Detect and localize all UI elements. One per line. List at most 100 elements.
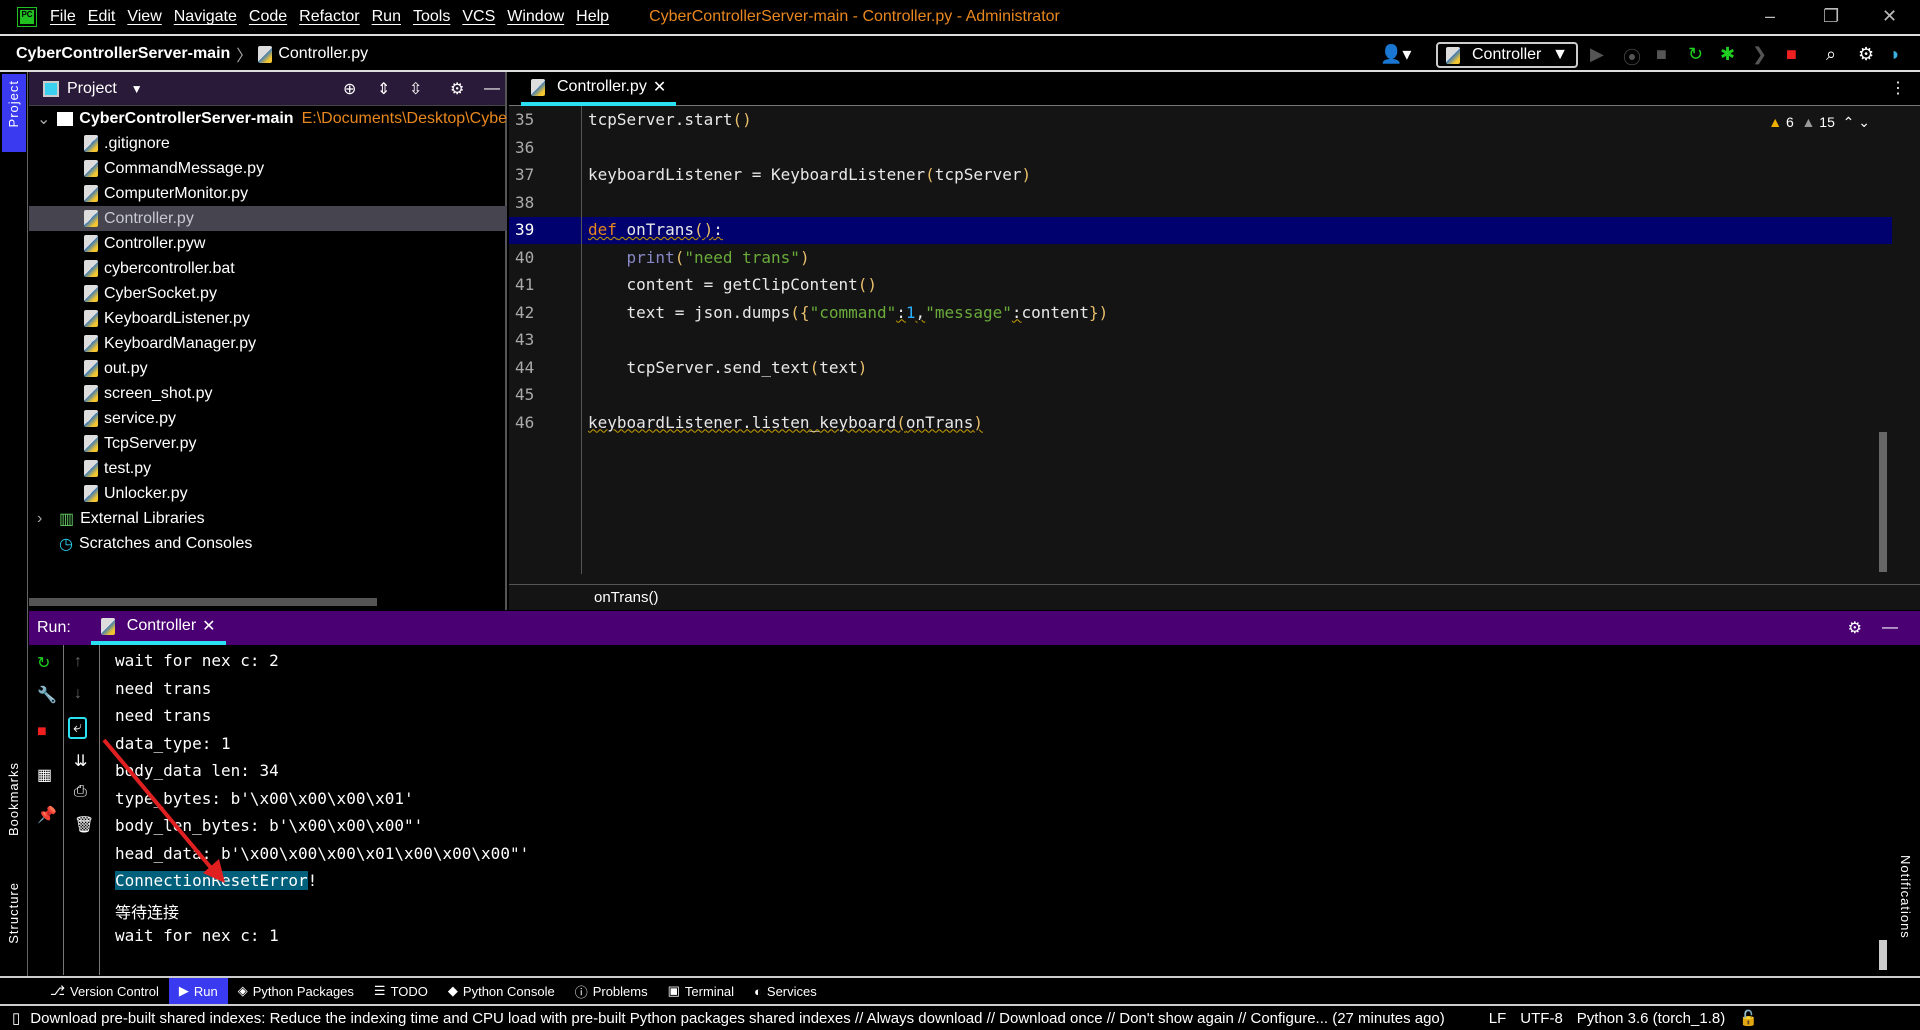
gear-icon[interactable]: ⚙ xyxy=(1858,44,1874,65)
more-options-icon[interactable]: ⋮ xyxy=(1890,78,1906,98)
notifications-tool-button[interactable]: Notifications xyxy=(1898,855,1913,939)
stop-icon[interactable]: ■ xyxy=(37,723,47,741)
wrench-icon[interactable]: 🔧 xyxy=(37,685,57,705)
bottom-tab-services[interactable]: ◐ Services xyxy=(744,978,827,1004)
chevron-down-icon[interactable]: ▼ xyxy=(131,82,143,96)
tree-file[interactable]: out.py xyxy=(29,356,507,381)
up-arrow-icon[interactable]: ↑ xyxy=(74,653,82,671)
interpreter[interactable]: Python 3.6 (torch_1.8) xyxy=(1577,1010,1725,1027)
bottom-tab-terminal[interactable]: ▣ Terminal xyxy=(658,978,744,1004)
locate-icon[interactable]: ⊕ xyxy=(343,79,356,99)
console-line[interactable]: wait for nex c: 2 xyxy=(115,651,279,670)
console-line[interactable]: wait for nex c: 1 xyxy=(115,926,279,945)
tree-file[interactable]: .gitignore xyxy=(29,131,507,156)
tree-file[interactable]: TcpServer.py xyxy=(29,431,507,456)
bottom-tab-problems[interactable]: ⓘ Problems xyxy=(565,978,658,1004)
rerun-icon[interactable]: ↻ xyxy=(37,653,50,673)
status-message[interactable]: Download pre-built shared indexes: Reduc… xyxy=(30,1010,1445,1027)
code-line[interactable]: text = json.dumps({"command":1,"message"… xyxy=(588,303,1109,322)
tree-file[interactable]: Controller.pyw xyxy=(29,231,507,256)
tree-file[interactable]: cybercontroller.bat xyxy=(29,256,507,281)
code-line[interactable]: print("need trans") xyxy=(588,248,810,267)
tree-file[interactable]: CommandMessage.py xyxy=(29,156,507,181)
breadcrumb-project[interactable]: CyberControllerServer-main xyxy=(16,45,230,63)
menu-run[interactable]: Run xyxy=(372,8,401,26)
run-icon[interactable]: ▶ xyxy=(1590,44,1604,65)
line-separator[interactable]: LF xyxy=(1489,1010,1507,1027)
tree-file[interactable]: CyberSocket.py xyxy=(29,281,507,306)
structure-tool-button[interactable]: Structure xyxy=(6,882,21,944)
code-line[interactable]: keyboardListener = KeyboardListener(tcpS… xyxy=(588,165,1031,184)
minimize-icon[interactable]: — xyxy=(1882,619,1898,637)
tree-file[interactable]: service.py xyxy=(29,406,507,431)
bottom-tab-version-control[interactable]: ⎇ Version Control xyxy=(40,978,169,1004)
close-window-button[interactable]: ✕ xyxy=(1882,6,1897,27)
menu-edit[interactable]: Edit xyxy=(88,8,116,26)
tree-file[interactable]: screen_shot.py xyxy=(29,381,507,406)
code-line[interactable]: def onTrans(): xyxy=(588,220,723,239)
minimize-icon[interactable]: — xyxy=(484,80,500,98)
encoding[interactable]: UTF-8 xyxy=(1520,1010,1563,1027)
lock-icon[interactable]: 🔓 xyxy=(1739,1009,1758,1027)
stop-gray-icon[interactable]: ■ xyxy=(1656,44,1667,65)
down-arrow-icon[interactable]: ↓ xyxy=(74,685,82,703)
close-tab-icon[interactable]: ✕ xyxy=(202,616,215,636)
code-line[interactable]: tcpServer.send_text(text) xyxy=(588,358,868,377)
close-tab-icon[interactable]: ✕ xyxy=(653,77,666,97)
layout-icon[interactable]: ▦ xyxy=(37,765,52,785)
console-scrollbar[interactable] xyxy=(1879,940,1887,970)
tree-file[interactable]: Controller.py xyxy=(29,206,507,231)
debug-icon[interactable]: ✱ xyxy=(1720,44,1735,65)
trash-icon[interactable]: 🗑 xyxy=(74,815,94,835)
console-line[interactable]: 等待连接 xyxy=(115,899,179,923)
tree-file[interactable]: KeyboardManager.py xyxy=(29,331,507,356)
tree-file[interactable]: Unlocker.py xyxy=(29,481,507,506)
code-line[interactable]: keyboardListener.listen_keyboard(onTrans… xyxy=(588,413,983,432)
console-line[interactable]: need trans xyxy=(115,706,211,725)
inspection-widget[interactable]: ▲ 6 ▲ 15 ⌃ ⌄ xyxy=(1768,114,1870,131)
restore-button[interactable]: ❐ xyxy=(1823,6,1839,27)
rerun-icon[interactable]: ↻ xyxy=(1688,44,1703,65)
bottom-tab-python-console[interactable]: ◆ Python Console xyxy=(438,978,565,1004)
menu-help[interactable]: Help xyxy=(576,8,609,26)
gear-icon[interactable]: ⚙ xyxy=(1848,618,1862,638)
user-icon[interactable]: 👤▾ xyxy=(1380,44,1411,65)
tab-controller-py[interactable]: Controller.py ✕ xyxy=(521,72,677,106)
tree-file[interactable]: test.py xyxy=(29,456,507,481)
bottom-tab-todo[interactable]: ☰ TODO xyxy=(364,978,438,1004)
bottom-tab-run[interactable]: ▶ Run xyxy=(168,978,228,1004)
menu-window[interactable]: Window xyxy=(507,8,564,26)
console-line[interactable]: need trans xyxy=(115,679,211,698)
collapse-all-icon[interactable]: ⇳ xyxy=(409,79,422,99)
stop-icon[interactable]: ■ xyxy=(1786,44,1797,65)
notification-icon[interactable]: ▯ xyxy=(12,1009,20,1027)
run-tab-controller[interactable]: Controller ✕ xyxy=(90,611,226,645)
scroll-to-end-icon[interactable]: ⇊ xyxy=(74,751,87,771)
jetbrains-icon[interactable]: ◗ xyxy=(1890,44,1901,65)
vertical-scrollbar[interactable] xyxy=(1879,432,1887,572)
menu-file[interactable]: File xyxy=(50,8,76,26)
bookmarks-tool-button[interactable]: Bookmarks xyxy=(6,762,21,836)
code-breadcrumb[interactable]: onTrans() xyxy=(509,584,1920,610)
chevron-down-icon[interactable]: ⌄ xyxy=(37,109,57,129)
run-config-dropdown[interactable]: Controller ▼ xyxy=(1436,42,1578,68)
project-tool-button[interactable]: Project xyxy=(2,74,26,152)
tree-scratches[interactable]: ◷ Scratches and Consoles xyxy=(29,531,507,556)
menu-vcs[interactable]: VCS xyxy=(462,8,495,26)
run-coverage-icon[interactable]: ⦿ xyxy=(1623,44,1641,70)
horizontal-scrollbar[interactable] xyxy=(29,598,377,606)
tree-external-libraries[interactable]: › ▥ External Libraries xyxy=(29,506,507,531)
breadcrumb-file[interactable]: Controller.py xyxy=(278,45,368,63)
tree-file[interactable]: ComputerMonitor.py xyxy=(29,181,507,206)
run-console[interactable]: ↻ 🔧 ■ ▦ 📌 ↑ ↓ ⤶ ⇊ ⎙ 🗑 wait for nex c: 2 n… xyxy=(29,645,1892,975)
chevron-right-icon[interactable]: › xyxy=(37,510,59,528)
menu-code[interactable]: Code xyxy=(249,8,287,26)
tree-file[interactable]: KeyboardListener.py xyxy=(29,306,507,331)
code-line[interactable]: tcpServer.start() xyxy=(588,110,752,129)
menu-view[interactable]: View xyxy=(127,8,161,26)
menu-navigate[interactable]: Navigate xyxy=(174,8,237,26)
previous-highlight-icon[interactable]: ⌃ xyxy=(1843,114,1855,130)
project-title[interactable]: Project xyxy=(67,80,117,98)
next-highlight-icon[interactable]: ⌄ xyxy=(1858,114,1870,130)
bottom-tab-python-packages[interactable]: ◈ Python Packages xyxy=(228,978,364,1004)
